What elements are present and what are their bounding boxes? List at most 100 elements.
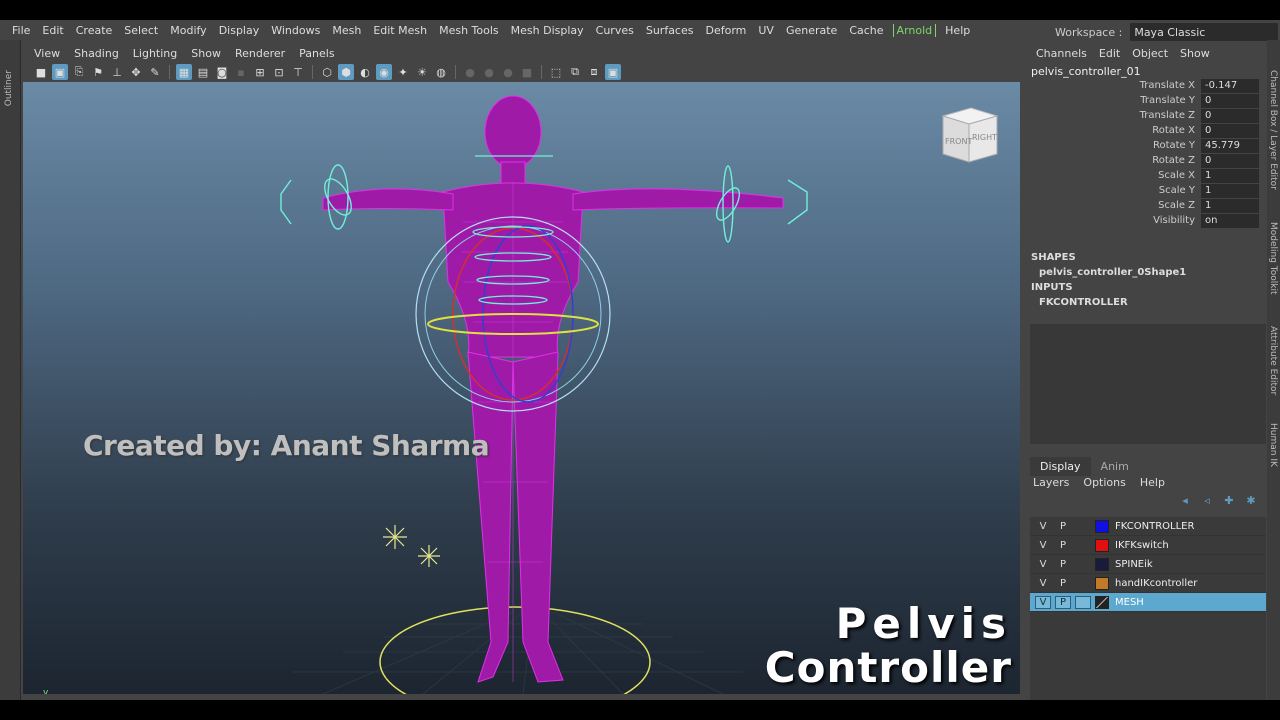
side-tab-attribute-editor[interactable]: Attribute Editor <box>1268 326 1278 395</box>
panel-menu-view[interactable]: View <box>27 47 67 60</box>
grid-icon[interactable]: ▦ <box>176 64 192 80</box>
layer-row[interactable]: V P FKCONTROLLER <box>1030 517 1266 536</box>
menu-curves[interactable]: Curves <box>590 24 640 37</box>
layer-type-toggle[interactable] <box>1075 558 1091 571</box>
attr-rotate-z[interactable]: Rotate Z0 <box>1025 153 1267 168</box>
layer-playback-toggle[interactable]: P <box>1055 578 1071 589</box>
layer-type-toggle[interactable] <box>1075 595 1091 609</box>
attr-value-field[interactable]: on <box>1201 213 1259 228</box>
menu-windows[interactable]: Windows <box>265 24 326 37</box>
depth-of-field-icon[interactable]: ■ <box>519 64 535 80</box>
outliner-tab-label[interactable]: Outliner <box>4 70 14 106</box>
layer-playback-toggle[interactable]: P <box>1055 540 1071 551</box>
layer-name[interactable]: FKCONTROLLER <box>1115 521 1194 532</box>
attr-name[interactable]: Translate X <box>1025 80 1201 91</box>
layer-row[interactable]: V P IKFKswitch <box>1030 536 1266 555</box>
layer-playback-toggle[interactable]: P <box>1055 521 1071 532</box>
view-cube[interactable]: FRONT RIGHT <box>937 104 1001 164</box>
input-node[interactable]: FKCONTROLLER <box>1039 297 1128 308</box>
menu-mesh[interactable]: Mesh <box>326 24 367 37</box>
attr-value-field[interactable]: 0 <box>1201 153 1259 168</box>
menu-edit[interactable]: Edit <box>36 24 69 37</box>
safe-action-icon[interactable]: ⊡ <box>271 64 287 80</box>
lights-icon[interactable]: ☀ <box>414 64 430 80</box>
menu-uv[interactable]: UV <box>752 24 780 37</box>
xray-active-components-icon[interactable]: ⧈ <box>586 64 602 80</box>
menu-display[interactable]: Display <box>213 24 266 37</box>
layer-color-swatch[interactable] <box>1095 595 1109 609</box>
attr-value-field[interactable]: -0.147 <box>1201 78 1259 93</box>
attr-value-field[interactable]: 0 <box>1201 108 1259 123</box>
layer-name[interactable]: SPINEik <box>1115 559 1153 570</box>
layer-visibility-toggle[interactable]: V <box>1035 540 1051 551</box>
wireframe-on-shaded-icon[interactable]: ◉ <box>376 64 392 80</box>
layer-visibility-toggle[interactable]: V <box>1035 559 1051 570</box>
menu-generate[interactable]: Generate <box>780 24 843 37</box>
layer-visibility-toggle[interactable]: V <box>1035 578 1051 589</box>
grease-pencil-icon[interactable]: ✎ <box>147 64 163 80</box>
shape-node[interactable]: pelvis_controller_0Shape1 <box>1039 267 1186 278</box>
layer-row-selected[interactable]: V P MESH <box>1030 593 1266 612</box>
layer-name[interactable]: handIKcontroller <box>1115 578 1197 589</box>
attr-rotate-y[interactable]: Rotate Y 45.779 <box>1025 138 1267 153</box>
menu-arnold[interactable]: Arnold <box>892 23 937 37</box>
menu-mesh-tools[interactable]: Mesh Tools <box>433 24 505 37</box>
attr-rotate-x[interactable]: Rotate X0 <box>1025 123 1267 138</box>
gate-mask-icon[interactable]: ▪ <box>233 64 249 80</box>
layer-color-swatch[interactable] <box>1095 519 1109 533</box>
attr-name[interactable]: Rotate X <box>1025 125 1201 136</box>
layer-menu-help[interactable]: Help <box>1140 476 1179 489</box>
two-d-pan-icon[interactable]: ✥ <box>128 64 144 80</box>
layer-playback-toggle[interactable]: P <box>1055 595 1071 609</box>
selected-node-name[interactable]: pelvis_controller_01 <box>1031 65 1141 78</box>
cb-menu-edit[interactable]: Edit <box>1093 47 1126 60</box>
view-cube-right-label[interactable]: RIGHT <box>972 133 997 142</box>
cb-menu-channels[interactable]: Channels <box>1030 47 1093 60</box>
attr-value-field[interactable]: 0 <box>1201 123 1259 138</box>
menu-surfaces[interactable]: Surfaces <box>640 24 700 37</box>
layer-visibility-toggle[interactable]: V <box>1035 595 1051 609</box>
layer-color-swatch[interactable] <box>1095 576 1109 590</box>
attr-name[interactable]: Rotate Y <box>1025 140 1201 151</box>
attr-name[interactable]: Translate Z <box>1025 110 1201 121</box>
menu-edit-mesh[interactable]: Edit Mesh <box>367 24 433 37</box>
outliner-strip[interactable]: Outliner <box>0 40 21 700</box>
attr-translate-y[interactable]: Translate Y0 <box>1025 93 1267 108</box>
layer-type-toggle[interactable] <box>1075 520 1091 533</box>
menu-deform[interactable]: Deform <box>699 24 752 37</box>
film-gate-icon[interactable]: ▤ <box>195 64 211 80</box>
root-controller[interactable] <box>379 606 651 694</box>
attr-value-field[interactable]: 1 <box>1201 183 1259 198</box>
attr-value-field[interactable]: 1 <box>1201 168 1259 183</box>
menu-file[interactable]: File <box>6 24 36 37</box>
panel-menu-shading[interactable]: Shading <box>67 47 126 60</box>
move-layer-down-icon[interactable]: ◃ <box>1199 494 1215 508</box>
layer-name[interactable]: IKFKswitch <box>1115 540 1169 551</box>
isolate-select-icon[interactable]: ⬚ <box>548 64 564 80</box>
attr-translate-z[interactable]: Translate Z0 <box>1025 108 1267 123</box>
view-cube-front-label[interactable]: FRONT <box>945 137 972 146</box>
menu-cache[interactable]: Cache <box>843 24 889 37</box>
safe-title-icon[interactable]: ⊤ <box>290 64 306 80</box>
perspective-viewport[interactable]: y x FRONT RIGHT Created by: Anant Sharma… <box>23 82 1020 694</box>
attr-scale-y[interactable]: Scale Y1 <box>1025 183 1267 198</box>
default-material-icon[interactable]: ◐ <box>357 64 373 80</box>
menu-select[interactable]: Select <box>118 24 164 37</box>
attr-name[interactable]: Translate Y <box>1025 95 1201 106</box>
layer-menu-options[interactable]: Options <box>1083 476 1139 489</box>
side-tab-human-ik[interactable]: Human IK <box>1268 423 1278 467</box>
camera-attributes-icon[interactable]: ▣ <box>52 64 68 80</box>
workspace-dropdown[interactable]: Maya Classic <box>1130 23 1279 41</box>
attr-translate-x[interactable]: Translate X -0.147 <box>1025 78 1267 93</box>
layer-row[interactable]: V P SPINEik <box>1030 555 1266 574</box>
panel-menu-lighting[interactable]: Lighting <box>126 47 184 60</box>
light-locators[interactable] <box>383 525 440 567</box>
bookmark-icon[interactable]: ⎘ <box>71 64 87 80</box>
anti-aliasing-icon[interactable]: ● <box>500 64 516 80</box>
motion-blur-icon[interactable]: ● <box>481 64 497 80</box>
tab-display[interactable]: Display <box>1030 457 1091 476</box>
inputs-header[interactable]: INPUTS <box>1031 282 1073 293</box>
attr-visibility[interactable]: Visibility on <box>1025 213 1267 228</box>
menu-create[interactable]: Create <box>70 24 119 37</box>
panel-menu-panels[interactable]: Panels <box>292 47 341 60</box>
